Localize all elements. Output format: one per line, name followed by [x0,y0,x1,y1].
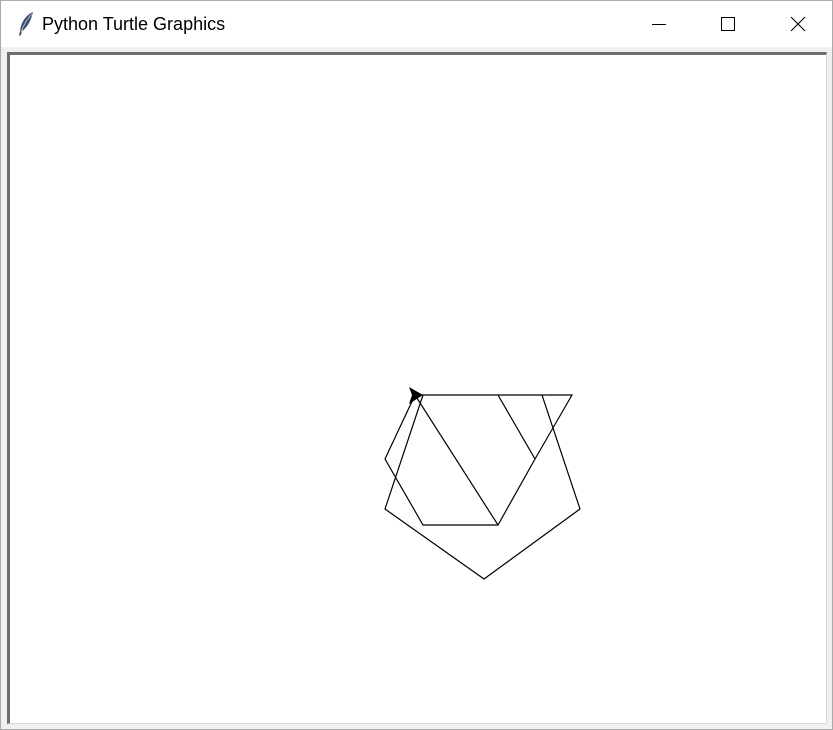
title-bar[interactable]: Python Turtle Graphics [1,1,832,47]
feather-icon [19,12,33,36]
turtle-path [384,393,581,580]
turtle-window: Python Turtle Graphics [0,0,833,730]
drawing-surface [384,387,581,580]
window-title: Python Turtle Graphics [42,14,226,34]
turtle-canvas[interactable] [7,52,827,724]
maximize-icon [720,17,735,31]
minimize-icon [651,24,666,25]
close-icon [790,16,805,32]
minimize-button[interactable] [624,1,693,47]
maximize-button[interactable] [693,1,762,47]
close-button[interactable] [763,1,832,47]
